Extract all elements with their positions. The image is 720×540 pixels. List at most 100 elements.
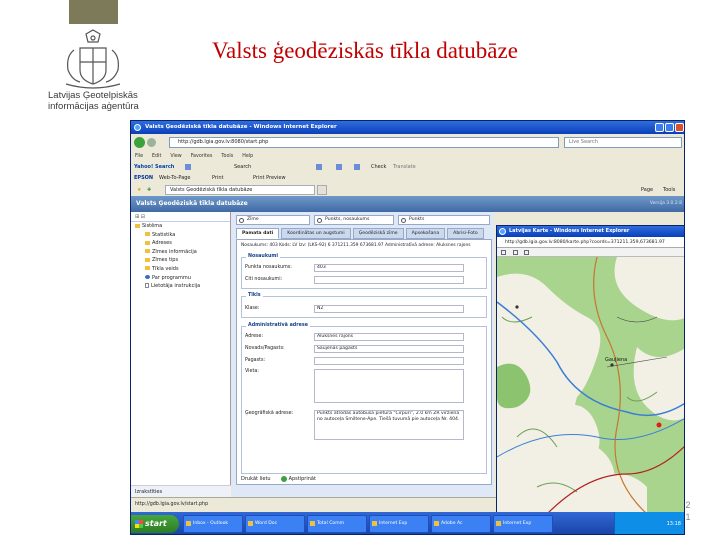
logout-button[interactable]: Izrakstīties	[131, 485, 231, 497]
task-button[interactable]: Word Doc	[245, 515, 305, 533]
approve-button[interactable]: Apstiprināt	[280, 475, 316, 482]
window-title: Valsts Ģeodēziskā tīkla datubāze - Windo…	[145, 124, 337, 130]
sidebar-item-network-type[interactable]: Tīkla veids	[131, 265, 230, 274]
search-bar: Zīme Punkts, nosaukums Punkts	[236, 215, 492, 226]
zoom-in-icon[interactable]	[501, 250, 506, 255]
folder-icon	[145, 249, 150, 254]
slide-number: 2 1	[685, 500, 691, 522]
address-field[interactable]: Aluksnes rajons	[314, 333, 464, 341]
folder-icon	[145, 240, 150, 245]
geo-address-field[interactable]: Punkts atrodas autobusa pieturā "Cirpuri…	[314, 410, 464, 440]
tab-survey[interactable]: Apsekošana	[405, 228, 446, 239]
menu-bar: File Edit View Favorites Tools Help	[131, 152, 684, 161]
ie-icon	[134, 124, 141, 131]
municipality-label: Novads/Pagasts:	[245, 346, 285, 351]
system-tray-clock[interactable]: 13:18	[614, 512, 684, 534]
point-name-field[interactable]: 403	[314, 264, 464, 272]
menu-tools[interactable]: Tools	[221, 152, 233, 161]
yahoo-search-label[interactable]: Yahoo! Search	[134, 161, 174, 173]
popup-title-bar: Latvijas Karte - Windows Internet Explor…	[497, 226, 684, 237]
task-button[interactable]: Internet Exp	[369, 515, 429, 533]
form-buttons: Drukāt lietu Apstiprināt	[241, 475, 316, 483]
web-to-page-button[interactable]: Web-To-Page	[159, 173, 191, 184]
parish-field[interactable]	[314, 357, 464, 365]
municipality-field[interactable]: Šaujēnas pagasts	[314, 345, 464, 353]
point-marker	[656, 422, 662, 428]
sidebar-item-about[interactable]: Par programmu	[131, 274, 230, 283]
sidebar-item-sign-type[interactable]: Zīmes tips	[131, 256, 230, 265]
live-search-input[interactable]: Live Search	[564, 137, 682, 148]
forward-button[interactable]	[147, 138, 156, 147]
app-icon	[186, 521, 191, 526]
ie-icon	[499, 228, 506, 235]
app-header: Valsts Ģeodēziskā tīkla datubāze Versija…	[131, 196, 684, 212]
yahoo-toolbar: Yahoo! Search Search Check Translate	[131, 161, 684, 173]
search-icon	[317, 218, 322, 223]
main-panel: Zīme Punkts, nosaukums Punkts Pamata dat…	[232, 212, 494, 497]
yahoo-search-button[interactable]: Search	[234, 161, 251, 173]
favorites-star-icon[interactable]: ★	[137, 184, 141, 196]
print-case-button[interactable]: Drukāt lietu	[241, 476, 271, 483]
check-button[interactable]: Check	[371, 161, 386, 173]
map-canvas	[497, 257, 684, 514]
page-menu[interactable]: Page	[641, 184, 653, 196]
task-button[interactable]: Inbox - Outlook	[183, 515, 243, 533]
tab-photo[interactable]: Abrisi-Foto	[447, 228, 484, 239]
other-names-field[interactable]	[314, 276, 464, 284]
print-preview-button[interactable]: Print Preview	[253, 173, 286, 184]
close-button[interactable]	[675, 123, 684, 132]
maximize-button[interactable]	[665, 123, 674, 132]
search-icon	[239, 218, 244, 223]
sidebar-item-sign-info[interactable]: Zīmes informācija	[131, 248, 230, 257]
menu-file[interactable]: File	[135, 152, 143, 161]
task-button[interactable]: Total Comm	[307, 515, 367, 533]
sidebar-item-statistics[interactable]: Statistika	[131, 231, 230, 240]
tab-geodetic-sign[interactable]: Ģeodēziskā zīme	[352, 228, 404, 239]
tools-menu[interactable]: Tools	[663, 184, 675, 196]
check-icon	[280, 475, 287, 482]
toolbar-icon[interactable]	[336, 164, 342, 170]
search-point-name-input[interactable]: Punkts, nosaukums	[314, 215, 394, 225]
map-view[interactable]: Gaujiena	[497, 257, 684, 514]
class-field[interactable]: N2	[314, 305, 464, 313]
app-icon	[310, 521, 315, 526]
tree-root[interactable]: Sistēma	[131, 222, 230, 231]
admin-address-legend: Administratīvā adrese	[246, 323, 310, 328]
menu-help[interactable]: Help	[242, 152, 253, 161]
search-icon	[401, 218, 406, 223]
back-button[interactable]	[134, 137, 145, 148]
browser-tab[interactable]: Valsts Ģeodēziskā tīkla datubāze	[165, 185, 315, 195]
menu-view[interactable]: View	[170, 152, 181, 161]
task-button[interactable]: Internet Exp	[493, 515, 553, 533]
windows-flag-icon	[135, 520, 143, 528]
point-summary: Nosaukums: 403 Kods: LV Izv: (LKS-92) 6 …	[241, 243, 471, 248]
add-favorites-icon[interactable]: ✚	[147, 184, 151, 196]
task-button[interactable]: Adobe Ac	[431, 515, 491, 533]
tab-coordinates[interactable]: Koordinātas un augstumi	[281, 228, 351, 239]
names-section: Nosaukumi Punkta nosaukums: 403 Citi nos…	[241, 254, 487, 289]
sidebar-item-manual[interactable]: Lietotāja instrukcija	[131, 282, 230, 291]
menu-favorites[interactable]: Favorites	[191, 152, 213, 161]
print-button[interactable]: Print	[212, 173, 224, 184]
popup-address-bar[interactable]: http://gdb.lgia.gov.lv:8080/karte.php?co…	[497, 237, 684, 248]
menu-edit[interactable]: Edit	[152, 152, 161, 161]
new-tab-button[interactable]	[317, 185, 327, 195]
zoom-out-icon[interactable]	[512, 250, 518, 255]
sidebar: ⊞ ⊟ Sistēma Statistika Adreses Zīmes inf…	[131, 212, 231, 497]
network-section: Tīkls Klase: N2	[241, 293, 487, 318]
sidebar-item-addresses[interactable]: Adreses	[131, 239, 230, 248]
place-field[interactable]	[314, 369, 464, 403]
tab-basic-data[interactable]: Pamata dati	[236, 228, 280, 239]
decorative-bar	[69, 0, 118, 24]
yahoo-search-box[interactable]	[185, 164, 191, 170]
toolbar-icon[interactable]	[354, 164, 360, 170]
translate-button[interactable]: Translate	[393, 161, 416, 173]
minimize-button[interactable]	[655, 123, 664, 132]
search-sign-input[interactable]: Zīme	[236, 215, 310, 225]
search-point-input[interactable]: Punkts	[398, 215, 490, 225]
toolbar-icon[interactable]	[316, 164, 322, 170]
names-legend: Nosaukumi	[246, 254, 281, 259]
pan-icon[interactable]	[524, 250, 530, 255]
address-bar[interactable]: http://gdb.lgia.gov.lv:8080/start.php	[169, 137, 559, 148]
start-button[interactable]: start	[131, 515, 179, 533]
